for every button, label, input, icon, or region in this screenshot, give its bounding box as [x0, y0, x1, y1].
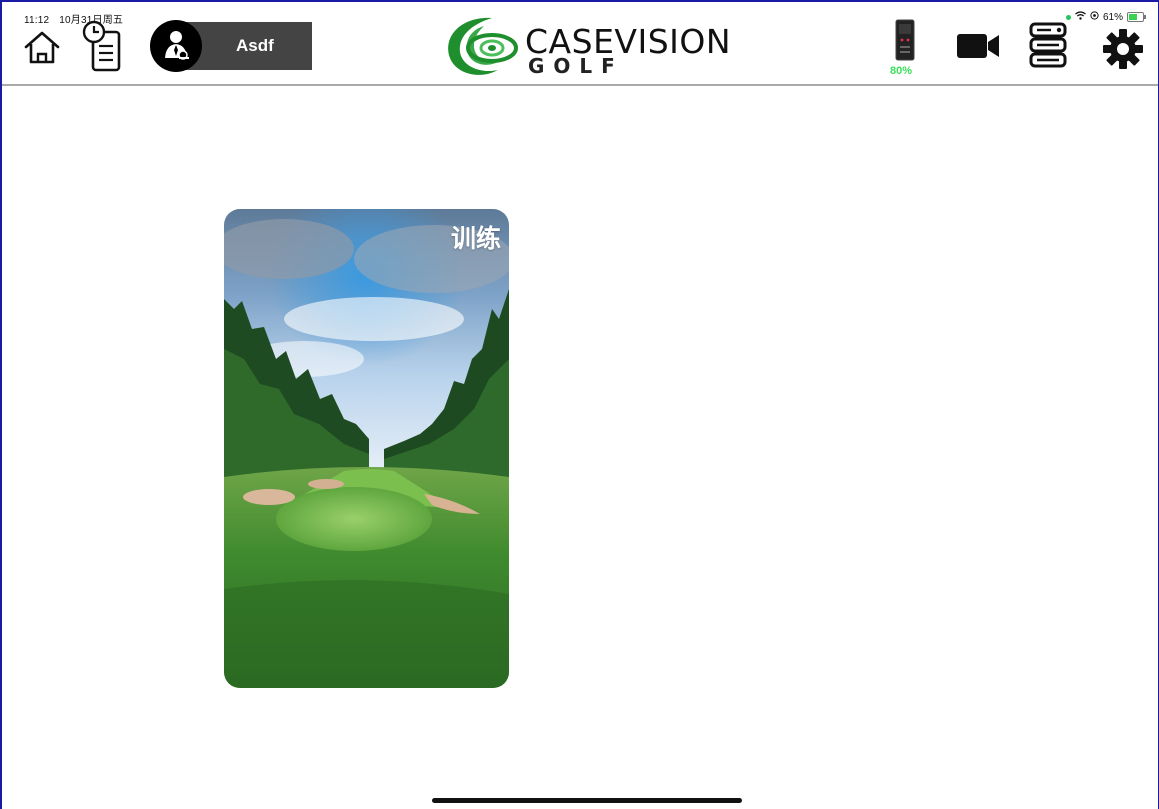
gear-icon	[1103, 29, 1143, 69]
home-icon	[24, 31, 60, 64]
home-button[interactable]	[22, 27, 62, 67]
device-status-button[interactable]	[890, 16, 920, 64]
logo-swirl-icon	[448, 17, 518, 75]
server-icon	[1029, 22, 1067, 68]
top-bar: 11:12 10月31日周五 61% Asdf CASEVISION GOLF …	[2, 2, 1158, 86]
location-icon	[1090, 11, 1099, 23]
history-icon	[82, 20, 121, 72]
casevision-golf-logo: CASEVISION GOLF	[440, 14, 740, 80]
camera-button[interactable]	[954, 28, 1002, 64]
home-indicator[interactable]	[432, 798, 742, 803]
settings-button[interactable]	[1100, 26, 1146, 72]
training-card-title: 训练	[450, 224, 501, 253]
history-button[interactable]	[80, 20, 130, 74]
battery-icon	[1127, 12, 1146, 22]
logo-sub-text: GOLF	[528, 54, 624, 78]
user-selector[interactable]: Asdf	[150, 20, 312, 72]
device-battery-percent: 80%	[890, 65, 913, 77]
battery-percent: 61%	[1102, 11, 1123, 23]
device-icon	[895, 19, 915, 61]
training-card[interactable]: 训练	[224, 209, 509, 688]
camera-icon	[957, 34, 999, 58]
golf-course-image	[224, 209, 509, 688]
indicator-dot	[1065, 14, 1071, 20]
user-icon	[150, 20, 202, 72]
server-button[interactable]	[1024, 20, 1078, 72]
status-time: 11:12	[24, 15, 50, 26]
app-window: 11:12 10月31日周五 61% Asdf CASEVISION GOLF …	[0, 0, 1159, 809]
